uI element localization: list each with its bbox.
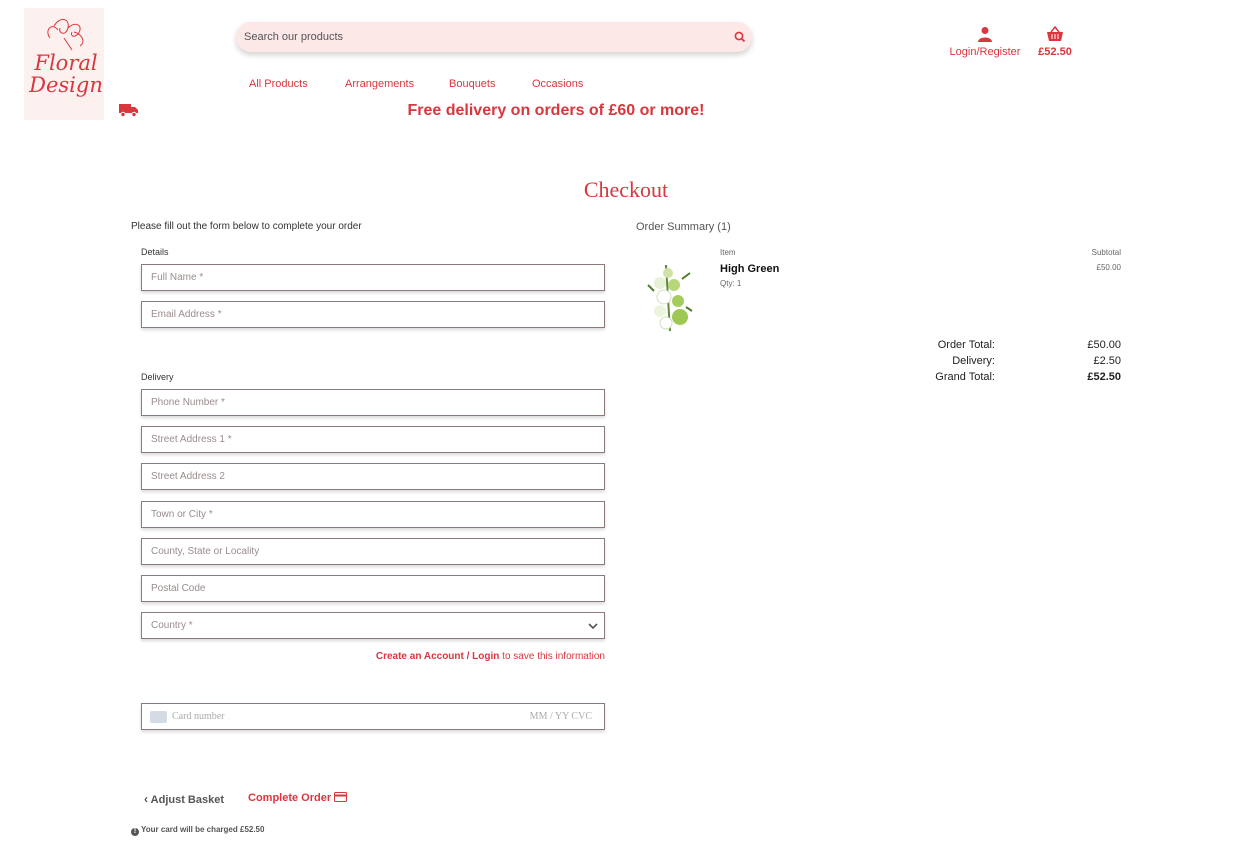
free-delivery-banner: Free delivery on orders of £60 or more! xyxy=(407,102,705,119)
town-input[interactable] xyxy=(142,502,604,527)
grand-total-label: Grand Total: xyxy=(935,371,995,383)
complete-order-label: Complete Order xyxy=(248,792,332,804)
postal-code-input[interactable] xyxy=(142,576,604,601)
card-element[interactable]: Card number MM / YY CVC xyxy=(141,703,605,730)
save-info-suffix: to save this information xyxy=(499,651,605,662)
adjust-basket-button[interactable]: ‹ Adjust Basket xyxy=(144,792,224,806)
product-subtotal: £50.00 xyxy=(1096,263,1121,272)
card-number-placeholder: Card number xyxy=(172,711,225,722)
order-total-label: Order Total: xyxy=(937,339,995,351)
order-total-value: £50.00 xyxy=(1087,339,1121,351)
logo-text-design: Design xyxy=(29,73,103,97)
delivery-truck-icon xyxy=(118,102,140,123)
search-bar xyxy=(236,22,752,52)
delivery-label: Delivery xyxy=(141,372,174,382)
basket-link[interactable]: £52.50 xyxy=(1034,26,1076,58)
credit-card-icon xyxy=(334,792,348,802)
street-address-1-input[interactable] xyxy=(142,427,604,452)
phone-field xyxy=(141,389,605,416)
create-account-link[interactable]: Create an Account / Login xyxy=(376,651,500,662)
nav-bouquets[interactable]: Bouquets xyxy=(449,78,495,90)
product-image xyxy=(646,261,694,333)
product-name: High Green xyxy=(720,263,780,275)
item-column-header: Item xyxy=(720,248,736,257)
nav-arrangements[interactable]: Arrangements xyxy=(345,78,414,90)
street-address-2-input[interactable] xyxy=(142,464,604,489)
county-field xyxy=(141,538,605,565)
info-icon: ! xyxy=(131,828,139,836)
nav-occasions[interactable]: Occasions xyxy=(532,78,583,90)
order-summary-title: Order Summary (1) xyxy=(636,221,731,233)
street-address-2-field xyxy=(141,463,605,490)
chevron-left-icon: ‹ xyxy=(144,792,148,806)
nav-all-products[interactable]: All Products xyxy=(249,78,308,90)
search-icon[interactable] xyxy=(732,29,748,45)
basket-icon xyxy=(1047,26,1063,41)
county-input[interactable] xyxy=(142,539,604,564)
card-expiry-cvc-placeholder: MM / YY CVC xyxy=(529,711,592,722)
postal-code-field xyxy=(141,575,605,602)
email-field xyxy=(141,301,605,328)
email-input[interactable] xyxy=(142,302,604,327)
town-field xyxy=(141,501,605,528)
page-title: Checkout xyxy=(583,177,669,202)
product-quantity: Qty: 1 xyxy=(720,279,742,288)
account-label: Login/Register xyxy=(949,46,1021,58)
delivery-cost-value: £2.50 xyxy=(1093,355,1121,367)
grand-total-value: £52.50 xyxy=(1087,371,1121,383)
charge-note: ! Your card will be charged £52.50 xyxy=(131,825,264,836)
logo-text-floral: Floral xyxy=(34,51,98,75)
phone-input[interactable] xyxy=(142,390,604,415)
credit-card-icon xyxy=(150,711,167,723)
street-address-1-field xyxy=(141,426,605,453)
form-intro: Please fill out the form below to comple… xyxy=(131,221,362,232)
user-icon xyxy=(978,27,992,42)
details-label: Details xyxy=(141,247,169,257)
basket-total: £52.50 xyxy=(1038,46,1072,58)
chevron-down-icon xyxy=(586,619,600,633)
country-select[interactable] xyxy=(141,612,605,639)
country-input[interactable] xyxy=(142,613,604,638)
full-name-field xyxy=(141,264,605,291)
brand-logo[interactable]: Floral Design xyxy=(24,8,104,120)
charge-note-text: Your card will be charged £52.50 xyxy=(141,825,265,834)
account-link[interactable]: Login/Register xyxy=(948,26,1022,58)
complete-order-button[interactable]: Complete Order xyxy=(248,792,348,804)
delivery-cost-label: Delivery: xyxy=(952,355,995,367)
subtotal-column-header: Subtotal xyxy=(1091,248,1121,257)
save-info-prompt: Create an Account / Login to save this i… xyxy=(300,651,605,662)
adjust-basket-label: Adjust Basket xyxy=(150,794,225,806)
search-input[interactable] xyxy=(236,22,716,52)
full-name-input[interactable] xyxy=(142,265,604,290)
